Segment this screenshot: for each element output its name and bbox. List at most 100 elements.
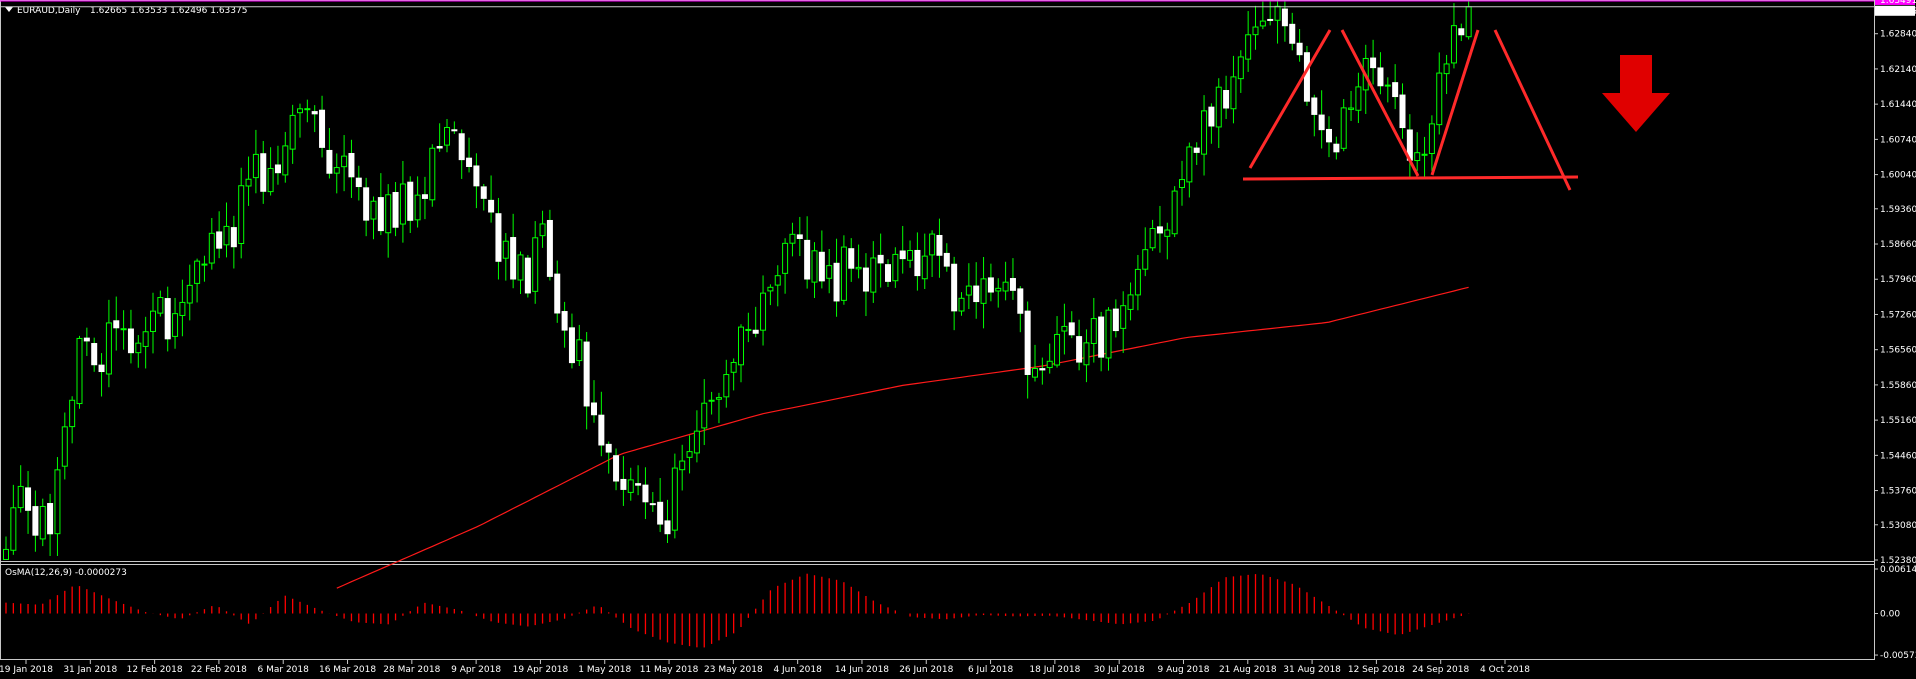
candle-body	[1002, 281, 1009, 292]
candle-body	[517, 254, 524, 281]
candle-body	[554, 273, 561, 314]
candle-body	[1046, 360, 1053, 369]
candle-body	[1311, 97, 1318, 115]
candle-body	[69, 399, 76, 428]
candle-body	[3, 548, 9, 560]
candle-body	[1223, 90, 1230, 109]
candle-body	[297, 108, 303, 114]
candle-body	[1083, 342, 1090, 366]
candle-body	[804, 239, 811, 280]
candle-body	[679, 460, 686, 471]
candle-body	[1443, 63, 1450, 75]
price-tick-label: 1.53080	[1880, 521, 1916, 531]
candle-body	[1024, 310, 1031, 375]
candle	[1171, 186, 1178, 238]
candle-body	[348, 152, 355, 178]
candle-body	[987, 277, 994, 293]
candle-body	[172, 313, 179, 337]
candle-body	[1208, 106, 1215, 127]
candle-body	[304, 108, 311, 111]
candle	[546, 209, 553, 281]
date-tick-label: 14 Jun 2018	[835, 665, 889, 675]
level-price-label: 1.63491	[1880, 0, 1916, 6]
candle-body	[458, 133, 465, 161]
candle-body	[238, 185, 245, 244]
candle-body	[760, 292, 767, 331]
price-tick-label: 1.53760	[1880, 487, 1916, 497]
candle-body	[965, 285, 972, 296]
candle-body	[1252, 26, 1259, 36]
candle-body	[91, 343, 98, 366]
price-tick-label: 1.60040	[1880, 171, 1916, 181]
candle-body	[649, 503, 656, 506]
candle-body	[1399, 94, 1406, 129]
candle-body	[355, 177, 362, 188]
candle-body	[451, 129, 458, 132]
candle-body	[1428, 123, 1435, 155]
candle-body	[811, 250, 818, 283]
candle-body	[502, 240, 509, 259]
candle-body	[311, 111, 318, 115]
candle-body	[407, 181, 414, 221]
candle-body	[1134, 268, 1141, 296]
date-tick-label: 12 Sep 2018	[1348, 665, 1405, 675]
candle-body	[164, 298, 171, 340]
candle-body	[157, 297, 164, 314]
candle-body	[1450, 25, 1457, 64]
candle-body	[524, 257, 531, 294]
date-tick-label: 9 Aug 2018	[1158, 665, 1210, 675]
candle-body	[1068, 322, 1075, 336]
candle-body	[892, 253, 899, 282]
candle-body	[1215, 86, 1222, 128]
candle-body	[936, 234, 943, 256]
date-tick-label: 6 Mar 2018	[258, 665, 310, 675]
date-tick-label: 24 Sep 2018	[1412, 665, 1469, 675]
candle-body	[701, 402, 708, 429]
candle-body	[54, 469, 61, 535]
candle-body	[1333, 143, 1340, 153]
candle-body	[532, 237, 539, 292]
candle-body	[855, 266, 862, 270]
candle-body	[591, 402, 597, 416]
candle-body	[25, 487, 32, 511]
candle-body	[1348, 107, 1355, 110]
candle-body	[105, 322, 112, 375]
candle-body	[61, 426, 68, 467]
candle-body	[605, 443, 612, 453]
candle-body	[186, 284, 193, 304]
candle-body	[568, 327, 575, 364]
candle-body	[480, 186, 487, 199]
candle-body	[194, 260, 201, 284]
osma-tick-label: 0.00	[1880, 609, 1900, 619]
candle-body	[341, 155, 348, 168]
candle-body	[76, 337, 83, 405]
candle-body	[914, 249, 921, 277]
candle-body	[1458, 28, 1465, 36]
candle-body	[1142, 249, 1149, 270]
candle-body	[738, 326, 744, 366]
candle-body	[635, 483, 642, 486]
candle-body	[1105, 309, 1112, 359]
date-tick-label: 4 Oct 2018	[1480, 665, 1530, 675]
candle-body	[1289, 23, 1296, 44]
date-tick-label: 6 Jul 2018	[968, 665, 1013, 675]
candle-body	[1017, 288, 1024, 314]
indicator-label: OsMA(12,26,9) -0.0000273	[5, 568, 127, 578]
candle-body	[1090, 318, 1097, 344]
candle-body	[1193, 147, 1200, 153]
date-tick-label: 23 May 2018	[704, 665, 763, 675]
candle-body	[664, 520, 671, 535]
date-tick-label: 22 Feb 2018	[191, 665, 247, 675]
candle-body	[715, 397, 722, 400]
price-tick-label: 1.54460	[1880, 451, 1916, 461]
candle-body	[730, 361, 737, 373]
candle-body	[840, 246, 847, 301]
candle-body	[135, 342, 142, 354]
candle-body	[363, 187, 370, 221]
current-price-label: 1.63375	[1880, 7, 1916, 17]
candle-body	[142, 331, 149, 347]
candle-body	[201, 263, 208, 266]
candle-body	[583, 341, 590, 407]
candle-body	[693, 430, 700, 454]
candle-body	[377, 197, 384, 232]
